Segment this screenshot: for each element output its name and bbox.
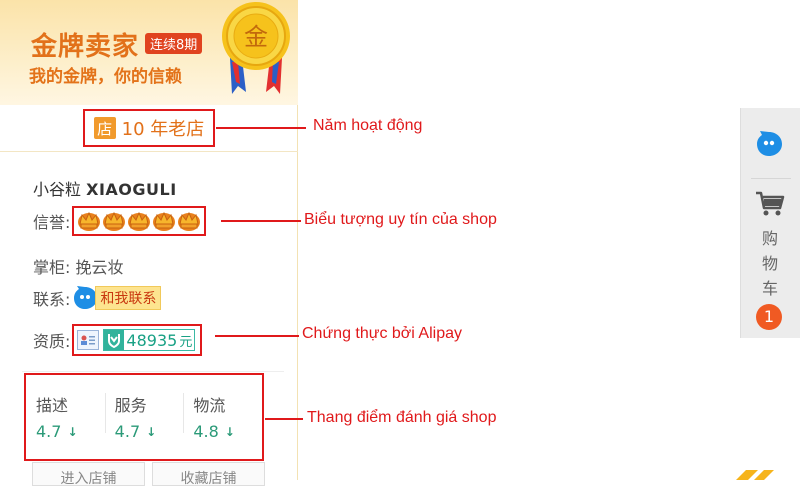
certification-highlight: 48935 元 (72, 324, 203, 356)
gold-seller-slogan: 我的金牌，你的信赖 (29, 67, 182, 87)
crown-icon (178, 211, 201, 231)
shop-name-prefix: 小谷粒 (33, 180, 82, 199)
keeper-label: 掌柜: (33, 258, 71, 277)
corner-decoration (736, 470, 774, 480)
shop-age-text: 10 年老店 (121, 119, 205, 140)
shop-rating-box: 描述 4.7 ↓ 服务 4.7 ↓ 物流 4.8 ↓ (24, 373, 264, 461)
alipay-deposit-badge[interactable]: 48935 元 (103, 329, 196, 351)
divider (22, 371, 284, 372)
annotation-alipay: Chứng thực bởi Alipay (302, 325, 462, 342)
enter-shop-button[interactable]: 进入店铺 (32, 462, 145, 486)
annotation-years: Năm hoạt động (313, 117, 423, 134)
alipay-shield-icon (104, 330, 125, 350)
contact-label: 联系: (33, 290, 71, 309)
toolbar-divider (751, 178, 791, 179)
contact-me-label: 和我联系 (95, 286, 162, 310)
id-card-icon[interactable] (77, 330, 100, 350)
cart-icon[interactable] (755, 190, 785, 218)
gold-seller-banner: 金牌卖家 连续8期 我的金牌，你的信赖 金 (0, 0, 298, 105)
rating-label: 描述 (36, 396, 69, 415)
gold-medal-icon: 金 (222, 2, 290, 94)
annotation-rating: Thang điểm đánh giá shop (307, 409, 497, 426)
cart-label[interactable]: 购物车 (760, 226, 780, 301)
keeper-row: 掌柜: 挽云妆 (33, 254, 124, 278)
rating-value: 4.7 (114, 422, 141, 441)
crown-icon (153, 211, 176, 231)
credit-label: 信誉: (33, 213, 71, 232)
rating-description[interactable]: 描述 4.7 ↓ (26, 375, 105, 459)
crown-icon (103, 211, 126, 231)
cart-count-badge: 1 (756, 304, 782, 330)
rating-service[interactable]: 服务 4.7 ↓ (104, 375, 184, 459)
keeper-name[interactable]: 挽云妆 (76, 258, 124, 277)
down-arrow-icon: ↓ (67, 424, 78, 439)
contact-me-button[interactable]: 和我联系 (72, 285, 162, 311)
crown-icon (78, 211, 101, 231)
down-arrow-icon: ↓ (146, 424, 157, 439)
deposit-amount: 48935 (126, 330, 178, 350)
gold-seller-title: 金牌卖家 (31, 32, 140, 62)
contact-row: 联系: 和我联系 (33, 285, 162, 311)
cert-label: 资质: (33, 332, 71, 351)
shop-card: 金牌卖家 连续8期 我的金牌，你的信赖 金 店 10 年老店 小谷粒 XIAOG… (0, 0, 298, 486)
crown-icon (128, 211, 151, 231)
rating-logistics[interactable]: 物流 4.8 ↓ (183, 375, 262, 459)
annotation-credit: Biểu tượng uy tín của shop (304, 211, 497, 228)
shop-name-main: XIAOGULI (86, 180, 177, 199)
rating-label: 服务 (114, 396, 147, 415)
store-icon: 店 (93, 117, 116, 139)
streak-badge: 连续8期 (145, 33, 203, 54)
rating-value: 4.7 (36, 422, 62, 441)
annotation-line-alipay (215, 335, 299, 337)
rating-value: 4.8 (193, 422, 219, 441)
shop-age-highlight: 店 10 年老店 (83, 109, 215, 147)
credit-row: 信誉: (33, 206, 207, 236)
annotation-line-credit (221, 220, 301, 222)
favorite-shop-button[interactable]: 收藏店铺 (152, 462, 265, 486)
rating-label: 物流 (193, 396, 226, 415)
right-toolbar: 购物车 1 (740, 108, 800, 338)
down-arrow-icon: ↓ (224, 424, 235, 439)
deposit-unit: 元 (179, 334, 193, 350)
annotation-line-rating (265, 418, 303, 420)
certification-row: 资质: 48935 元 (33, 323, 203, 357)
shop-name[interactable]: 小谷粒 XIAOGULI (33, 176, 177, 200)
wangwang-chat-icon[interactable] (755, 130, 783, 158)
credit-crowns[interactable] (72, 206, 207, 236)
annotation-line-years (216, 127, 306, 129)
medal-char: 金 (244, 23, 268, 51)
